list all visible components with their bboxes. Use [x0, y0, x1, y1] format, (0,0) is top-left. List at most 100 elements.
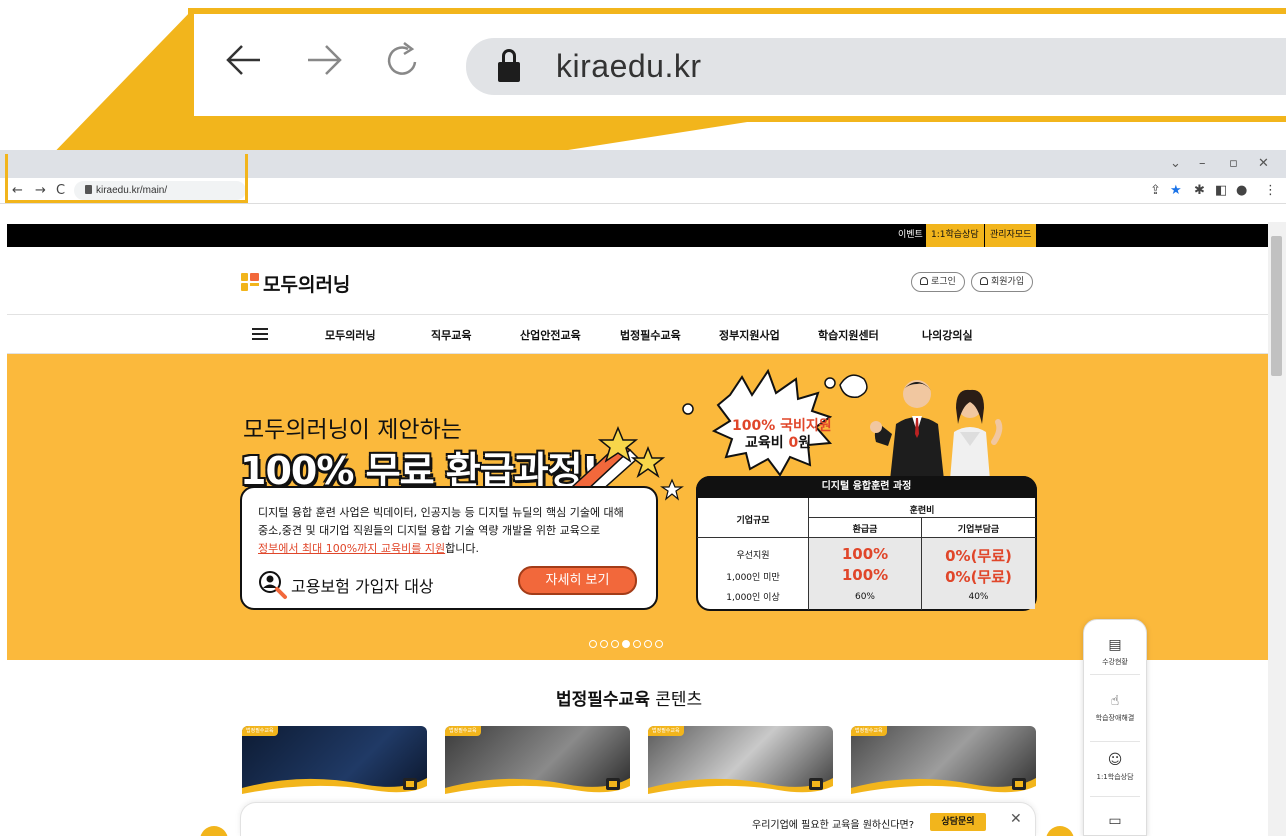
slider-dot[interactable]	[644, 640, 652, 648]
support-icon: ☝	[1110, 693, 1120, 709]
nav-item-gov[interactable]: 정부지원사업	[719, 327, 780, 343]
side-label-status: 수강현황	[1102, 658, 1128, 666]
table-row2-size: 1,000인 미만	[726, 573, 780, 583]
nav-item-legal[interactable]: 법정필수교육	[620, 327, 681, 343]
burst-line2-c: 원	[798, 435, 812, 451]
site-logo[interactable]: 모두의러닝	[263, 270, 350, 297]
consult-text: 우리기업에 필요한 교육을 원하신다면?	[752, 820, 915, 831]
slider-dot[interactable]	[600, 640, 608, 648]
join-button[interactable]: 회원가입	[971, 272, 1034, 292]
table-col-company: 기업규모	[736, 516, 770, 526]
section-title-bold: 법정필수교육	[556, 690, 650, 710]
login-button[interactable]: 로그인	[911, 272, 965, 292]
extensions-icon[interactable]: ✱	[1194, 183, 1205, 198]
burst-line2-b: 0	[788, 435, 799, 451]
card-logo-icon-4	[1012, 778, 1026, 790]
hero-desc-line3: 정부에서 최대 100%까지 교육비를 지원합니다.	[258, 540, 479, 556]
hero-desc-line1: 디지털 융합 훈련 사업은 빅데이터, 인공지능 등 디지털 뉴딜의 핵심 기술…	[258, 506, 624, 519]
logo-icon[interactable]	[241, 273, 259, 291]
user-icon	[920, 277, 928, 285]
profile-icon[interactable]: ●	[1236, 183, 1247, 198]
arrow-left-icon	[226, 45, 260, 75]
slider-dot[interactable]	[589, 640, 597, 648]
table-col-fee: 훈련비	[909, 506, 935, 516]
card-badge-1: 법정필수교육	[242, 726, 278, 736]
prev-arrow-button[interactable]	[200, 826, 228, 836]
bookmark-star-icon[interactable]: ★	[1170, 183, 1182, 198]
table-title: 디지털 융합훈련 과정	[696, 476, 1037, 498]
scroll-thumb[interactable]	[1271, 236, 1282, 376]
close-icon[interactable]: ✕	[1010, 811, 1022, 827]
card-logo-icon-1	[403, 778, 417, 790]
forward-icon[interactable]: →	[35, 183, 46, 198]
section-title: 법정필수교육 콘텐츠	[556, 685, 702, 710]
detail-button[interactable]: 자세히 보기	[518, 566, 637, 595]
back-icon[interactable]: ←	[12, 183, 23, 198]
side-item-support[interactable]: ☝ 학습장애해결	[1083, 693, 1147, 723]
chat-icon: ☺	[1107, 752, 1123, 768]
consult-link[interactable]: 1:1학습상담	[926, 224, 984, 247]
side-divider	[1090, 796, 1140, 797]
slider-dot[interactable]	[655, 640, 663, 648]
side-item-device[interactable]: ▭	[1083, 813, 1147, 831]
card-badge-4: 법정필수교육	[851, 726, 887, 736]
tab-search-icon[interactable]: ⌄	[1170, 156, 1181, 171]
side-divider	[1090, 674, 1140, 675]
slider-dot[interactable]	[622, 640, 630, 648]
lock-icon-body	[498, 62, 520, 82]
arrow-right-icon	[308, 45, 342, 75]
menu-hamburger-icon[interactable]	[252, 328, 268, 340]
card-badge-2: 법정필수교육	[445, 726, 481, 736]
slider-dots	[589, 633, 666, 652]
card-wave-1	[242, 778, 427, 800]
device-icon: ▭	[1108, 813, 1122, 829]
nav-item-modu[interactable]: 모두의러닝	[325, 327, 376, 343]
zoom-url-text: kiraedu.kr	[556, 48, 702, 84]
restore-icon[interactable]: ▫	[1229, 156, 1238, 171]
nav-item-safety[interactable]: 산업안전교육	[520, 327, 581, 343]
close-window-icon[interactable]: ✕	[1258, 156, 1269, 171]
join-label: 회원가입	[991, 277, 1025, 287]
consult-button[interactable]: 상담문의	[930, 813, 986, 831]
slider-dot[interactable]	[611, 640, 619, 648]
admin-mode-link[interactable]: 관리자모드	[985, 224, 1037, 247]
hero-desc-tail: 합니다.	[445, 542, 479, 555]
lecture-status-icon: ▤	[1108, 637, 1122, 653]
table-row1-size: 우선지원	[736, 551, 770, 561]
table-row2-refund: 100%	[841, 566, 889, 584]
side-label-support: 학습장애해결	[1095, 714, 1135, 722]
people-illustration	[870, 380, 1003, 480]
table-row2-burden: 0%(무료)	[945, 568, 1012, 586]
card-wave-2	[445, 778, 630, 800]
card-wave-3	[648, 778, 833, 800]
browser-tab-strip	[0, 150, 1286, 178]
card-logo-icon-2	[606, 778, 620, 790]
side-item-chat[interactable]: ☺ 1:1학습상담	[1083, 752, 1147, 782]
reload-icon	[387, 42, 417, 75]
section-title-rest: 콘텐츠	[649, 690, 703, 710]
nav-item-support[interactable]: 학습지원센터	[818, 327, 879, 343]
burst-line2: 교육비 0원	[745, 432, 811, 452]
reload-small-icon[interactable]: C	[56, 183, 65, 198]
insurance-target: 고용보험 가입자 대상	[291, 577, 434, 596]
burst-line2-a: 교육비	[745, 435, 789, 451]
table-row1-refund: 100%	[841, 545, 889, 563]
share-icon[interactable]: ⇪	[1150, 183, 1161, 198]
side-divider	[1090, 741, 1140, 742]
address-bar[interactable]: kiraedu.kr/main/	[74, 181, 246, 200]
nav-item-job[interactable]: 직무교육	[431, 327, 471, 343]
table-row3-refund: 60%	[854, 592, 875, 602]
menu-icon[interactable]: ⋮	[1264, 183, 1277, 198]
card-logo-icon-3	[809, 778, 823, 790]
table-row3-size: 1,000인 이상	[726, 593, 780, 603]
side-panel-icon[interactable]: ◧	[1215, 183, 1227, 198]
event-link[interactable]: 이벤트	[893, 224, 928, 247]
next-arrow-button[interactable]	[1046, 826, 1074, 836]
table-row3-burden: 40%	[968, 592, 989, 602]
slider-dot[interactable]	[633, 640, 641, 648]
minimize-icon[interactable]: –	[1199, 156, 1206, 171]
nav-item-classroom[interactable]: 나의강의실	[922, 327, 973, 343]
side-item-status[interactable]: ▤ 수강현황	[1083, 637, 1147, 667]
lock-user-icon	[980, 277, 988, 285]
hero-desc-highlight: 정부에서 최대 100%까지 교육비를 지원	[258, 542, 446, 555]
